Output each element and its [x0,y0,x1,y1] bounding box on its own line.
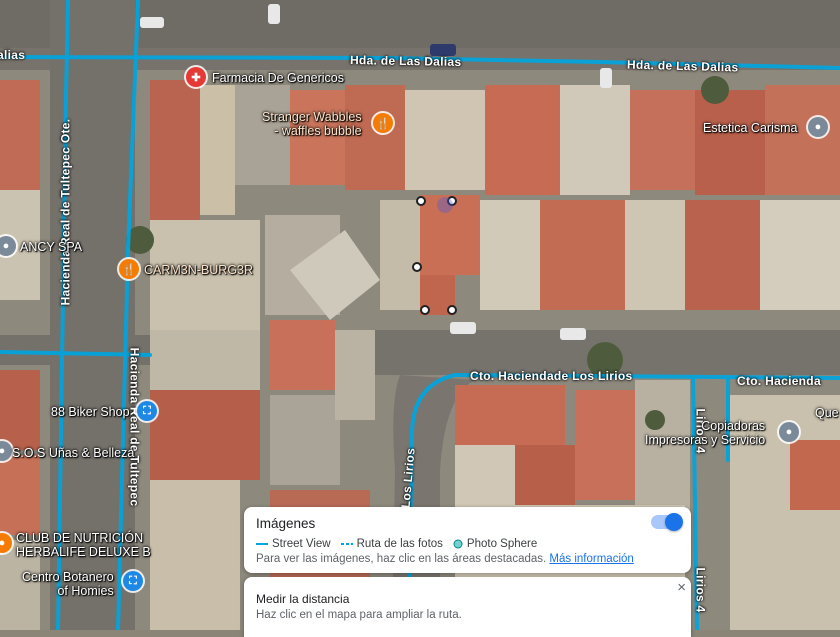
toggle-knob [665,513,683,531]
street-label-lirios-4-bottom: Lirios 4 [693,567,708,613]
place-label-que[interactable]: Que [815,406,839,420]
legend-photo-sphere: Photo Sphere [453,538,537,550]
place-label-estetica[interactable]: Estetica Carisma [703,121,797,135]
images-hint: Para ver las imágenes, haz clic en las á… [256,553,634,565]
restaurant-icon[interactable]: 🍴 [119,259,139,279]
images-legend: Street View Ruta de las fotos Photo Sphe… [256,538,537,550]
distance-panel: Medir la distancia Haz clic en el mapa p… [244,577,691,637]
street-label-dalias-left: Hda. de Las Dalias [349,53,462,69]
legend-ruta-label: Ruta de las fotos [356,538,443,550]
close-icon[interactable]: × [677,579,686,596]
place-icon[interactable]: ● [808,117,828,137]
photo-sphere-icon [453,539,463,549]
street-label-dalias-edge: alias [0,48,26,62]
pharmacy-icon[interactable]: ✚ [186,67,206,87]
place-label-ancy-spa[interactable]: ANCY SPA [20,240,82,254]
distance-hint: Haz clic en el mapa para ampliar la ruta… [256,609,462,621]
street-label-tultepec-mid: Hacienda Real de Tultepec [127,347,142,507]
shopping-icon[interactable]: ⛶ [123,571,143,591]
place-label-farmacia[interactable]: Farmacia De Genericos [212,71,344,85]
place-label-sos-unas[interactable]: S.O.S Uñas & Belleza [12,446,134,460]
place-label-88-biker[interactable]: 88 Biker Shop [51,405,130,419]
place-icon[interactable]: ● [779,422,799,442]
mas-informacion-link[interactable]: Más información [549,553,633,565]
place-label-centro-botanero[interactable]: Centro Botanero of Homies [22,570,114,598]
place-label-copiadoras[interactable]: Copiadoras Impresoras y Servicio [645,419,765,447]
distance-title: Medir la distancia [256,592,350,606]
legend-street-view-label: Street View [272,538,331,550]
street-label-tultepec-ote: Hacienda Real de Tultepec Ote. [58,118,73,306]
restaurant-icon[interactable]: 🍴 [373,113,393,133]
street-label-lirios-right: Cto. Hacienda [737,374,821,388]
shopping-icon[interactable]: ⛶ [137,401,157,421]
place-label-stranger-wabbles[interactable]: Stranger Wabbles - waffles bubble [262,110,362,138]
images-panel-title: Imágenes [256,516,316,531]
solid-line-icon [256,543,268,545]
street-label-dalias-right: Hda. de Las Dalias [626,57,739,75]
legend-ruta: Ruta de las fotos [340,538,443,550]
dashed-line-icon [340,543,353,545]
legend-photo-sphere-label: Photo Sphere [466,538,538,550]
images-panel: Imágenes Street View Ruta de las fotos P… [244,507,691,573]
street-label-lirios-main: Cto. Haciendade Los Lirios [470,369,633,383]
images-toggle[interactable] [651,513,683,531]
place-label-carm3n[interactable]: CARM3N-BURG3R [144,263,253,277]
images-hint-text: Para ver las imágenes, haz clic en las á… [256,553,547,565]
legend-street-view: Street View [256,538,331,550]
place-label-herbalife[interactable]: CLUB DE NUTRICIÓN HERBALIFE DELUXE B [16,531,151,559]
